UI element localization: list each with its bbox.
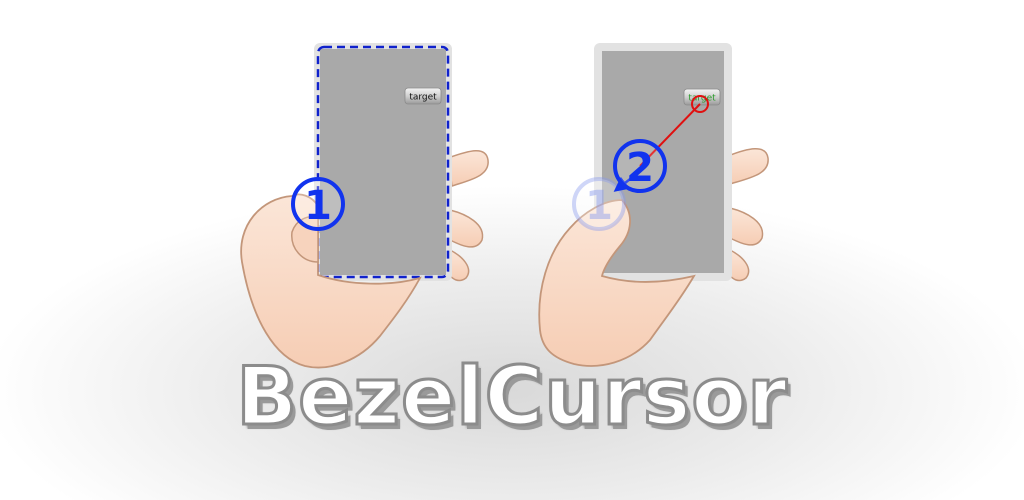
previous-touch-ghost-marker: 1 (572, 177, 626, 231)
right-panel: target 1 2 (538, 43, 769, 367)
step-2-label: 2 (626, 145, 654, 191)
app-wordmark: BezelCursor (235, 350, 789, 443)
step-2-marker: 2 (613, 139, 667, 193)
left-target-button[interactable]: target (404, 87, 442, 105)
right-hand-back (727, 148, 769, 282)
left-hand-back (447, 150, 489, 282)
left-panel: target 1 (240, 43, 489, 369)
left-target-label: target (409, 93, 437, 103)
step-1-marker: 1 (291, 177, 345, 231)
left-phone-screen (320, 49, 446, 275)
left-phone: target (314, 43, 452, 281)
step-1-label: 1 (304, 183, 332, 229)
ghost-step-1-label: 1 (585, 183, 613, 229)
